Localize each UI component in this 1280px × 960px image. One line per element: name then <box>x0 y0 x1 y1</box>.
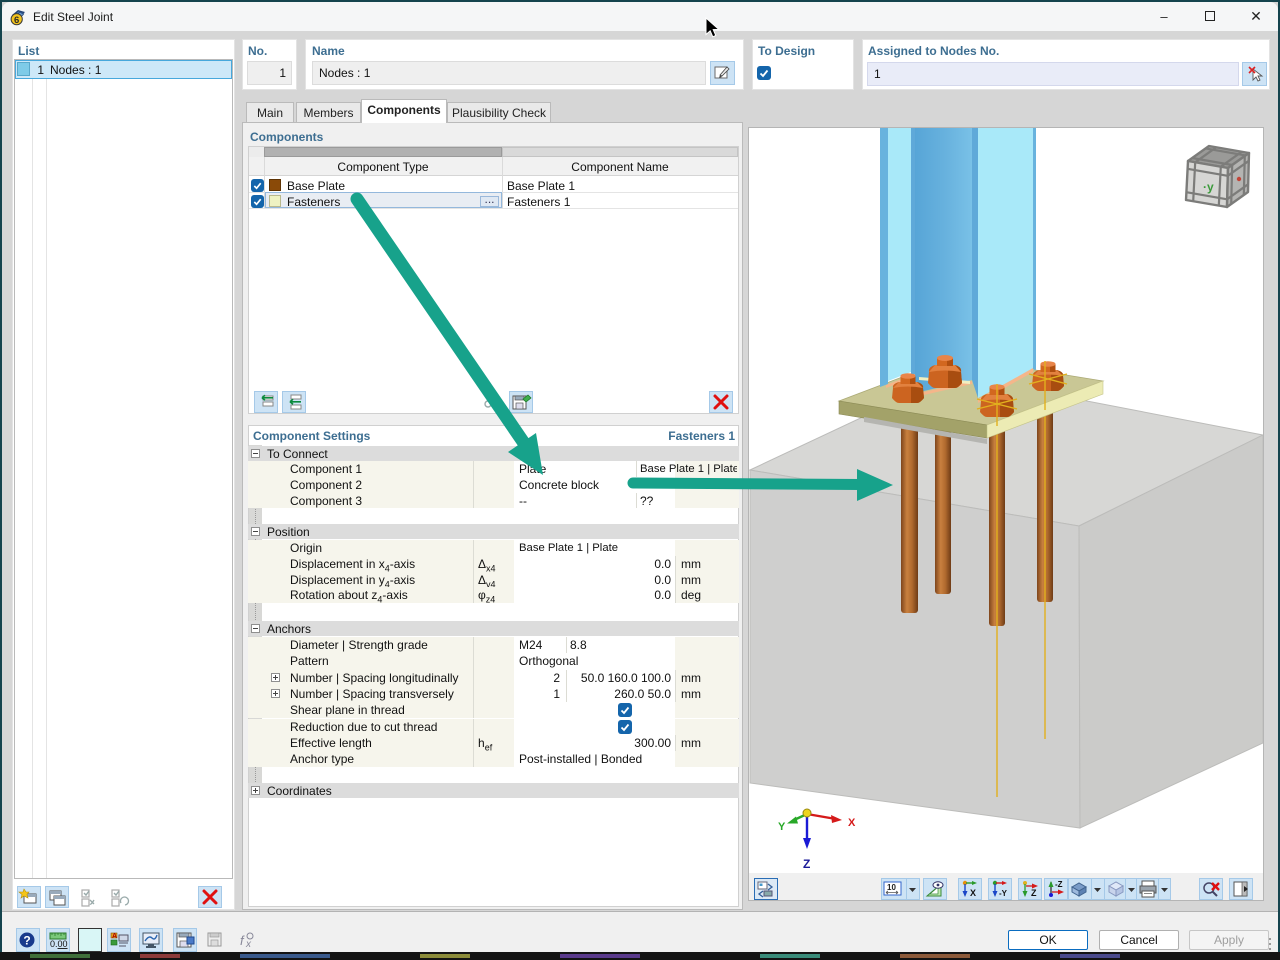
svg-text:6: 6 <box>14 15 19 26</box>
svg-text:A: A <box>112 933 117 940</box>
svg-text:0.00: 0.00 <box>50 939 68 949</box>
svg-text:10: 10 <box>887 883 896 892</box>
svg-text:-Z: -Z <box>1055 880 1063 889</box>
svg-text:-Y: -Y <box>999 889 1008 898</box>
svg-text:?: ? <box>23 934 30 948</box>
svg-text:Y: Y <box>778 821 786 833</box>
svg-text:f: f <box>240 933 245 948</box>
svg-text:·y: ·y <box>1203 180 1214 194</box>
svg-text:Z: Z <box>803 857 810 871</box>
svg-text:X: X <box>970 888 976 898</box>
svg-text:X: X <box>848 817 856 829</box>
svg-text:x: x <box>245 939 252 950</box>
svg-text:Z: Z <box>1031 888 1037 898</box>
